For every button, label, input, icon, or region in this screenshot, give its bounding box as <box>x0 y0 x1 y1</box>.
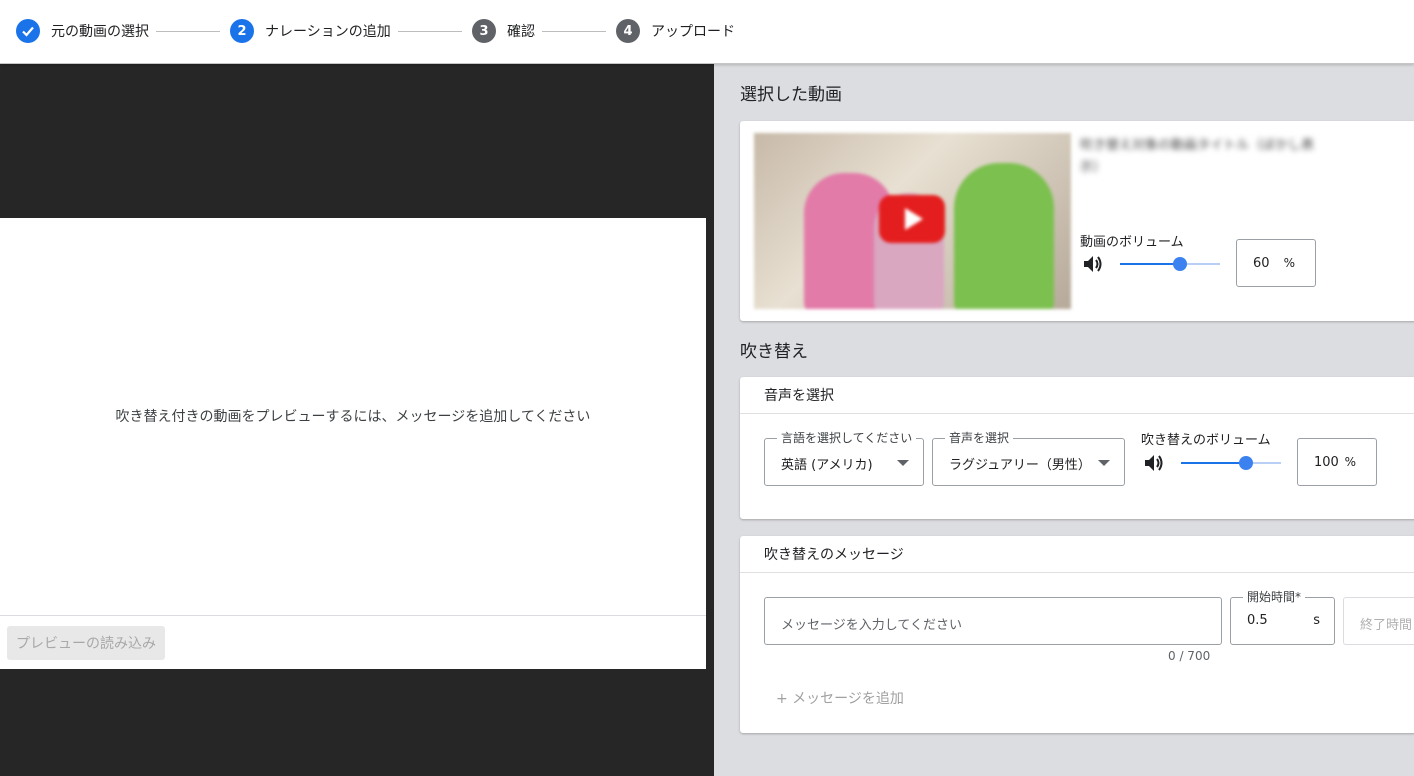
percent-unit: % <box>1283 256 1295 270</box>
step-connector <box>542 31 606 32</box>
start-time-value: 0.5 <box>1247 613 1268 628</box>
end-time-placeholder: 終了時間 <box>1360 618 1413 633</box>
dubbing-volume-value: 100 <box>1314 455 1339 470</box>
dubbing-volume-input[interactable]: 100 % <box>1297 438 1377 486</box>
stepper: 元の動画の選択 2 ナレーションの追加 3 確認 4 アップロード <box>0 0 1414 64</box>
language-select[interactable]: 言語を選択してください 英語 (アメリカ) <box>764 429 924 486</box>
step-label: アップロード <box>651 24 735 40</box>
message-input[interactable]: メッセージを入力してください <box>764 597 1222 645</box>
start-time-legend: 開始時間* <box>1243 588 1306 605</box>
step-number: 3 <box>472 19 496 43</box>
step-number: 4 <box>616 19 640 43</box>
step-upload[interactable]: 4 アップロード <box>616 18 735 44</box>
video-thumbnail[interactable] <box>754 133 1071 309</box>
step-number: 2 <box>230 19 254 43</box>
dubbing-title: 吹き替え <box>740 342 808 362</box>
settings-panel: 選択した動画 吹き替え対象の動画タイトル（ぼかし表示） 動画のボリューム 60 … <box>714 64 1414 776</box>
video-volume-slider[interactable] <box>1120 257 1220 271</box>
slider-knob[interactable] <box>1173 257 1187 271</box>
messages-card-header: 吹き替えのメッセージ <box>740 536 1414 573</box>
step-confirm[interactable]: 3 確認 <box>472 18 535 44</box>
dubbing-volume-label: 吹き替えのボリューム <box>1141 433 1271 448</box>
step-label: ナレーションの追加 <box>265 24 391 40</box>
speaker-icon[interactable] <box>1142 452 1164 474</box>
selected-video-card: 吹き替え対象の動画タイトル（ぼかし表示） 動画のボリューム 60 % <box>740 121 1414 321</box>
video-volume-value: 60 <box>1253 256 1270 271</box>
video-volume-input[interactable]: 60 % <box>1236 239 1316 287</box>
step-connector <box>398 31 462 32</box>
dropdown-arrow-icon <box>1098 460 1110 466</box>
language-value: 英語 (アメリカ) <box>781 458 873 473</box>
messages-card-title: 吹き替えのメッセージ <box>764 547 904 563</box>
voice-value: ラグジュアリー（男性） <box>949 458 1091 473</box>
message-placeholder: メッセージを入力してください <box>781 618 962 633</box>
add-message-button[interactable]: + メッセージを追加 <box>776 688 904 708</box>
load-preview-button[interactable]: プレビューの読み込み <box>7 626 165 660</box>
slider-knob[interactable] <box>1239 456 1253 470</box>
step-select-source-video[interactable]: 元の動画の選択 <box>16 18 149 44</box>
step-add-narration[interactable]: 2 ナレーションの追加 <box>230 18 391 44</box>
video-volume-label: 動画のボリューム <box>1080 235 1184 250</box>
preview-area: 吹き替え付きの動画をプレビューするには、メッセージを追加してください プレビュー… <box>0 218 706 669</box>
language-legend: 言語を選択してください <box>777 429 917 446</box>
preview-footer: プレビューの読み込み <box>0 615 706 669</box>
dubbing-volume-slider[interactable] <box>1181 456 1281 470</box>
start-time-input[interactable]: 開始時間* 0.5 s <box>1230 588 1335 645</box>
step-label: 元の動画の選択 <box>51 24 149 40</box>
selected-video-title: 選択した動画 <box>740 85 842 105</box>
end-time-input[interactable]: 終了時間 <box>1343 597 1414 645</box>
voice-legend: 音声を選択 <box>945 429 1014 446</box>
video-title-blurred: 吹き替え対象の動画タイトル（ぼかし表示） <box>1080 138 1315 175</box>
preview-panel: 吹き替え付きの動画をプレビューするには、メッセージを追加してください プレビュー… <box>0 64 714 776</box>
voice-select[interactable]: 音声を選択 ラグジュアリー（男性） <box>932 429 1125 486</box>
step-label: 確認 <box>507 24 535 40</box>
check-icon <box>16 19 40 43</box>
dubbing-messages-card: 吹き替えのメッセージ メッセージを入力してください 0 / 700 開始時間* … <box>740 536 1414 733</box>
voice-select-card: 音声を選択 言語を選択してください 英語 (アメリカ) 音声を選択 ラグジュアリ… <box>740 377 1414 519</box>
voice-card-header: 音声を選択 <box>740 377 1414 414</box>
speaker-icon[interactable] <box>1081 253 1103 275</box>
seconds-unit: s <box>1313 613 1320 628</box>
voice-card-title: 音声を選択 <box>764 388 834 404</box>
char-counter: 0 / 700 <box>1168 649 1211 663</box>
dropdown-arrow-icon <box>897 460 909 466</box>
preview-message: 吹き替え付きの動画をプレビューするには、メッセージを追加してください <box>115 409 591 425</box>
percent-unit: % <box>1344 455 1356 469</box>
step-connector <box>156 31 220 32</box>
